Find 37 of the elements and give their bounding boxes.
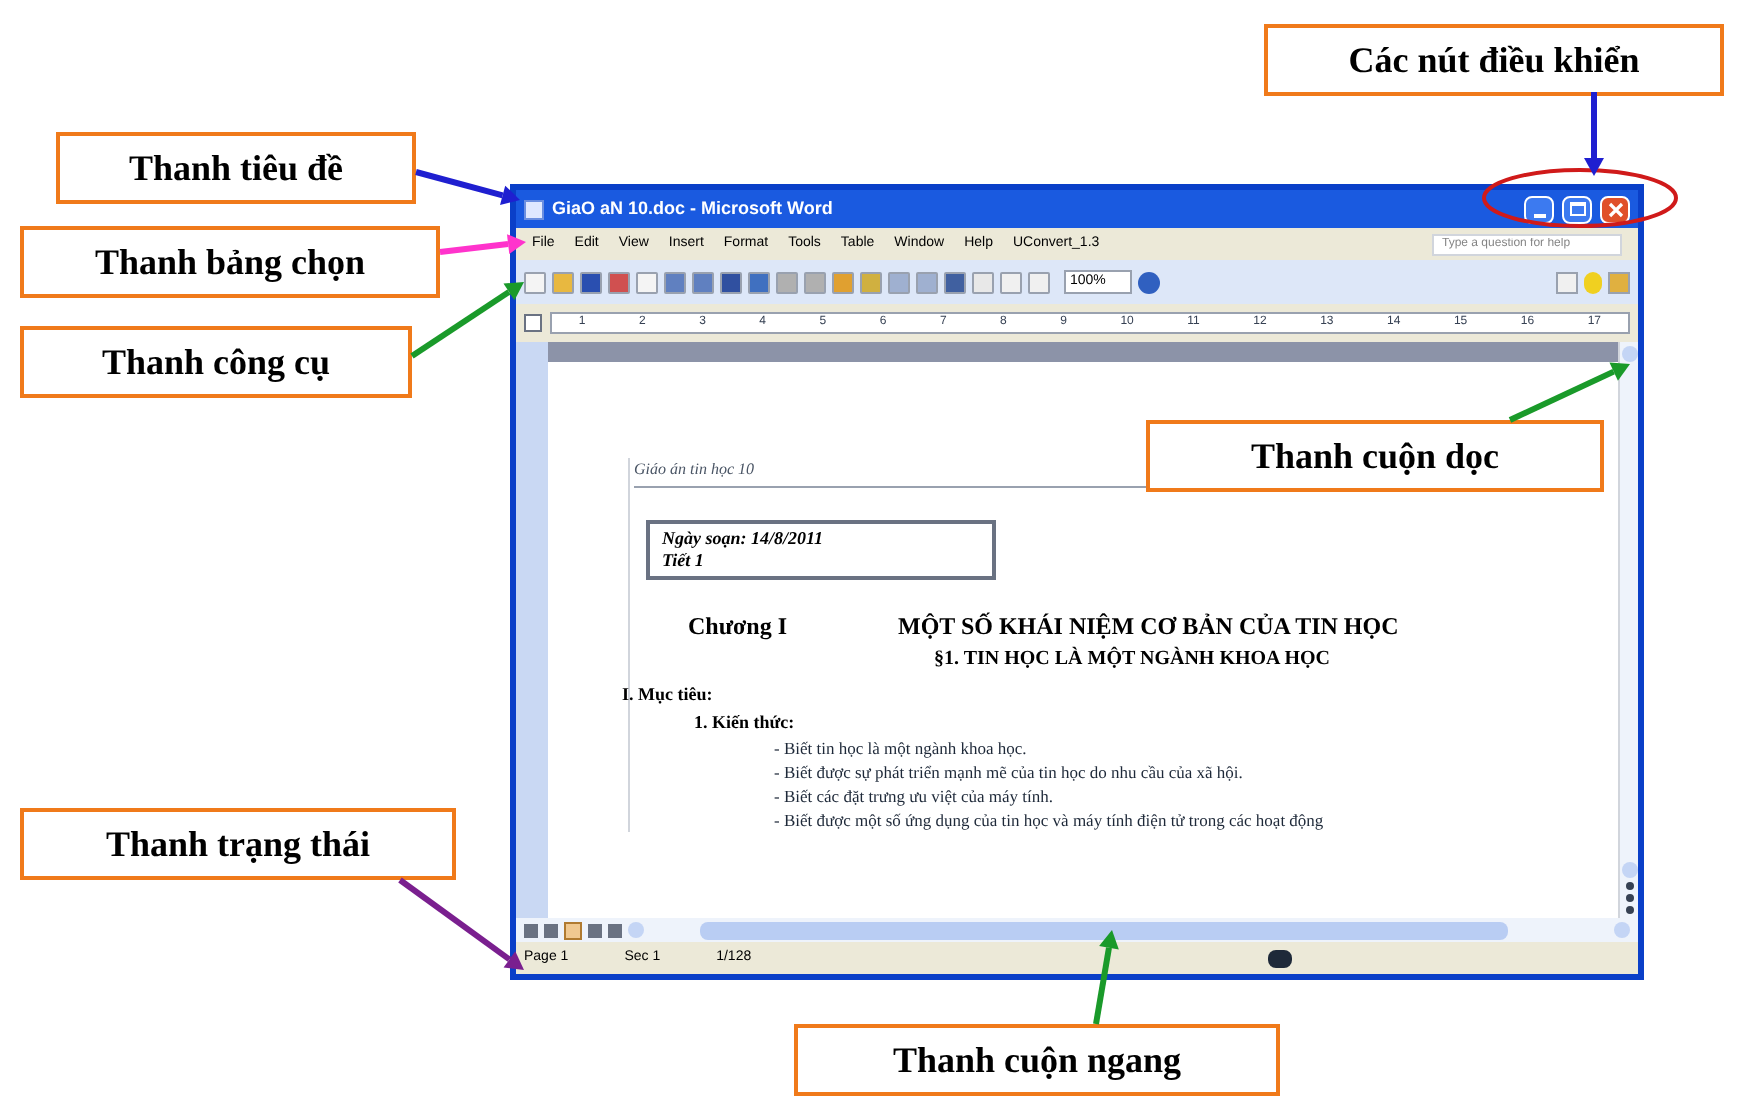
bullet-line: - Biết được một số ứng dụng của tin học và máy tính điện tử trong các hoạt động [774,808,1326,832]
bullet-line: - Biết tin học là một ngành khoa học. [774,736,1029,760]
scroll-thumb[interactable] [700,921,1508,939]
subheading-text: 1. Kiến thức: [694,709,797,735]
chapter-title: MỘT SỐ KHÁI NIỆM CƠ BẢN CỦA TIN HỌC [898,610,1399,644]
bullet-line: - Biết được sự phát triển mạnh mẽ của tin học do nhu cầu của xã hội. [774,760,1245,784]
minimize-button[interactable] [1524,195,1554,223]
close-button[interactable] [1600,195,1630,223]
toolbar-icon[interactable] [608,271,630,293]
chapter-label: Chương I [688,610,790,644]
bullet-line: - Biết các đặt trưng ưu việt của máy tính. [774,784,1056,808]
close-icon [1607,201,1623,217]
heading-text: I. Mục tiêu: [622,682,715,708]
date-box-line: Ngày soạn: 14/8/2011 [662,528,826,550]
callout-label: Thanh cuộn dọc [1146,420,1604,492]
callout-label: Thanh trạng thái [20,808,456,880]
date-box-line: Tiết 1 [662,550,706,572]
callout-label: Thanh bảng chọn [20,226,440,298]
callout-label: Thanh cuộn ngang [794,1024,1280,1096]
page-header-text: Giáo án tin học 10 [634,458,754,482]
document-icon [524,199,544,219]
toolbar-icon[interactable] [664,271,686,293]
vertical-scrollbar[interactable] [1618,342,1638,918]
callout-label: Thanh tiêu đề [56,132,416,204]
callout-label: Các nút điều khiển [1264,24,1724,96]
maximize-button[interactable] [1562,195,1592,223]
toolbar-icon[interactable] [720,271,742,293]
help-icon[interactable] [1138,271,1160,293]
toolbar-icon[interactable] [748,271,770,293]
toolbar-icon[interactable] [580,271,602,293]
toolbar-icon[interactable] [944,271,966,293]
toolbar-icon[interactable] [692,271,714,293]
window-title: GiaO aN 10.doc - Microsoft Word [552,195,833,222]
horizontal-scrollbar[interactable] [516,918,1638,942]
section-title: §1. TIN HỌC LÀ MỘT NGÀNH KHOA HỌC [934,644,1332,674]
tab-selector-icon[interactable] [524,314,542,332]
callout-label: Thanh công cụ [20,326,412,398]
